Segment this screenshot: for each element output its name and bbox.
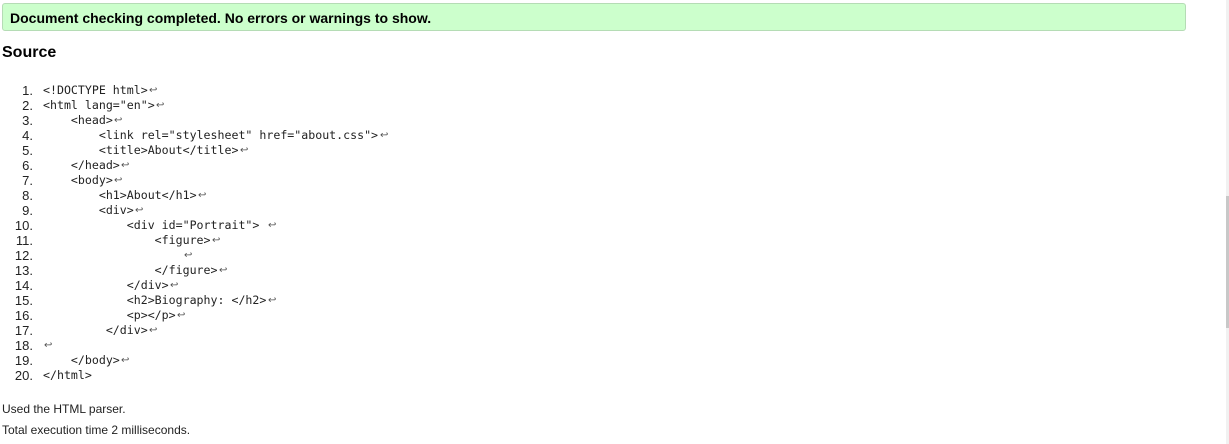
- line-number: 8.: [22, 188, 33, 203]
- source-code: <title>About</title>: [43, 143, 239, 157]
- source-code: </div>: [43, 323, 148, 337]
- line-end-icon: ↩: [121, 160, 130, 171]
- source-code: <body>: [43, 173, 113, 187]
- line-end-icon: ↩: [219, 265, 228, 276]
- line-number: 11.: [15, 233, 33, 248]
- line-number: 20.: [14, 368, 33, 383]
- line-end-icon: ↩: [184, 250, 193, 261]
- line-number: 13.: [14, 263, 33, 278]
- line-end-icon: ↩: [268, 295, 277, 306]
- source-code: <h2>Biography: </h2>: [43, 293, 267, 307]
- line-number: 19.: [14, 353, 33, 368]
- line-end-icon: ↩: [114, 175, 123, 186]
- line-end-icon: ↩: [135, 205, 144, 216]
- line-number: 15.: [14, 293, 33, 308]
- line-number: 10.: [14, 218, 33, 233]
- line-end-icon: ↩: [380, 130, 389, 141]
- line-number: 9.: [22, 203, 33, 218]
- line-end-icon: ↩: [121, 355, 130, 366]
- line-number: 18.: [14, 338, 33, 353]
- success-message-text: Document checking completed. No errors o…: [10, 10, 432, 26]
- source-code: <div id="Portrait">: [43, 218, 267, 232]
- line-number: 17.: [14, 323, 33, 338]
- line-end-icon: ↩: [149, 85, 158, 96]
- success-message: Document checking completed. No errors o…: [2, 3, 1186, 31]
- line-number: 7.: [22, 173, 33, 188]
- source-code: <p></p>: [43, 308, 176, 322]
- source-code: </head>: [43, 158, 120, 172]
- source-code: </body>: [43, 353, 120, 367]
- line-end-icon: ↩: [149, 325, 158, 336]
- source-code: <div>: [43, 203, 134, 217]
- line-number: 16.: [14, 308, 33, 323]
- line-number: 3.: [22, 113, 33, 128]
- source-code: <!DOCTYPE html>: [43, 83, 148, 97]
- line-number: 14.: [14, 278, 33, 293]
- source-code: </html>: [43, 368, 92, 382]
- line-number: 5.: [22, 143, 33, 158]
- line-end-icon: ↩: [114, 115, 123, 126]
- source-code: [43, 248, 183, 263]
- source-code: <h1>About</h1>: [43, 188, 197, 202]
- source-code: </div>: [43, 278, 169, 292]
- line-end-icon: ↩: [212, 235, 221, 246]
- source-code: </figure>: [43, 263, 218, 277]
- line-end-icon: ↩: [156, 100, 165, 111]
- source-code: <head>: [43, 113, 113, 127]
- source-code: <link rel="stylesheet" href="about.css">: [43, 128, 379, 142]
- line-end-icon: ↩: [170, 280, 179, 291]
- line-number: 4.: [22, 128, 33, 143]
- line-number: 2.: [22, 98, 33, 113]
- line-end-icon: ↩: [268, 220, 277, 231]
- line-end-icon: ↩: [177, 310, 186, 321]
- parser-note: Used the HTML parser.: [2, 402, 126, 416]
- line-end-icon: ↩: [240, 145, 249, 156]
- line-end-icon: ↩: [44, 340, 53, 351]
- line-end-icon: ↩: [198, 190, 207, 201]
- line-number: 6.: [22, 158, 33, 173]
- line-number: 12.: [14, 248, 33, 263]
- source-code: <figure>: [43, 233, 211, 247]
- source-heading: Source: [2, 44, 57, 61]
- line-number: 1.: [22, 83, 33, 98]
- execution-time-note: Total execution time 2 milliseconds.: [2, 423, 191, 437]
- source-code: <html lang="en">: [43, 98, 155, 112]
